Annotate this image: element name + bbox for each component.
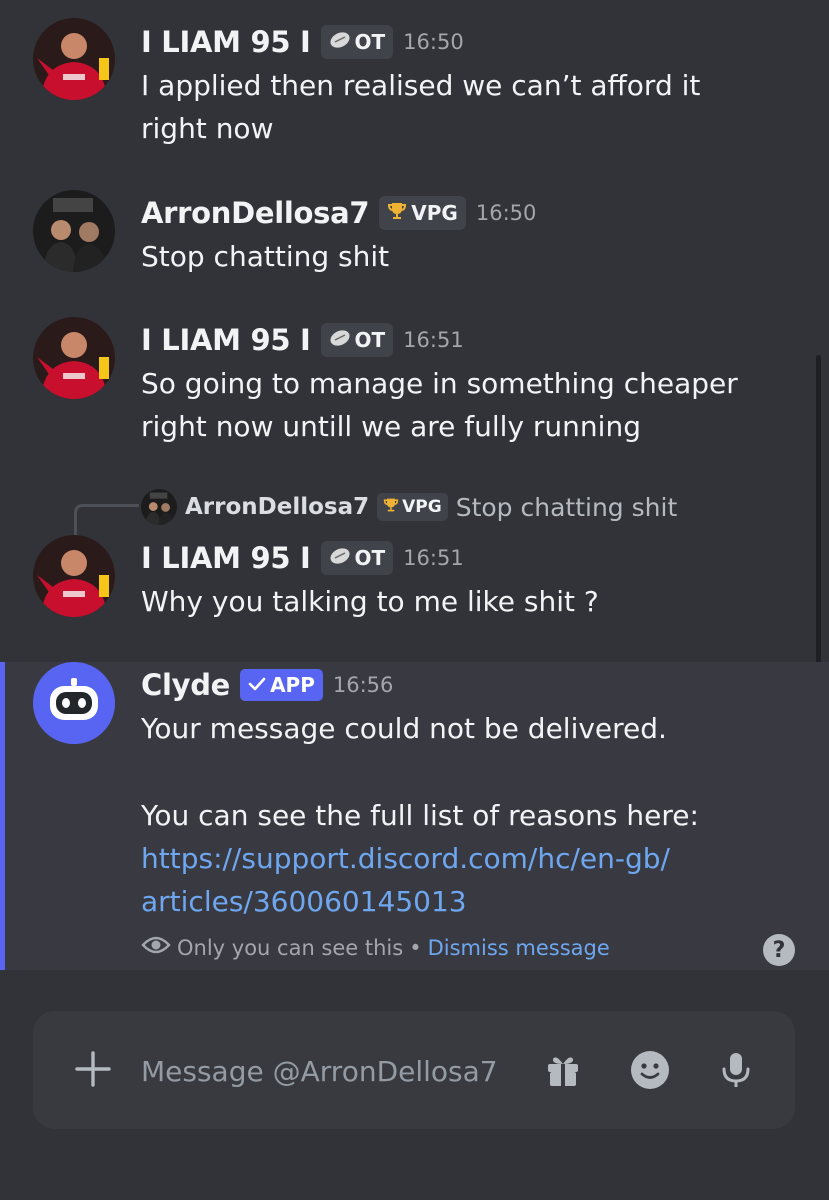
emoji-icon[interactable]: [628, 1048, 672, 1092]
clyde-line-1: Your message could not be delivered.: [141, 712, 667, 745]
help-label: ?: [772, 937, 786, 963]
message-input[interactable]: [141, 1049, 521, 1093]
guild-tag-label: OT: [354, 328, 386, 352]
author-name[interactable]: Clyde: [141, 668, 230, 702]
trophy-icon: [387, 201, 407, 226]
clyde-line-2: You can see the full list of reasons her…: [141, 799, 699, 832]
reply-preview[interactable]: ArronDellosa7 VPG Stop chatting shit: [141, 488, 677, 526]
avatar[interactable]: [33, 535, 115, 617]
author-name[interactable]: I LIAM 95 I: [141, 25, 311, 59]
reply-author: ArronDellosa7: [185, 494, 370, 520]
reply-connector: [74, 504, 139, 535]
author-name[interactable]: I LIAM 95 I: [141, 541, 311, 575]
app-badge-label: APP: [270, 673, 315, 697]
reply-tag-label: VPG: [402, 497, 442, 517]
timestamp: 16:50: [475, 201, 537, 225]
clyde-avatar[interactable]: [33, 662, 115, 744]
reply-guild-tag: VPG: [377, 493, 448, 521]
reply-text: Stop chatting shit: [455, 492, 678, 522]
avatar[interactable]: [33, 190, 115, 272]
question-icon[interactable]: ?: [763, 934, 795, 966]
timestamp: 16:51: [403, 328, 464, 352]
support-link-part-1[interactable]: https://support.discord.com/hc/en-gb/: [141, 842, 670, 875]
timestamp: 16:56: [332, 673, 394, 697]
eye-icon: [141, 934, 171, 961]
gift-icon[interactable]: [541, 1048, 585, 1092]
football-icon: [329, 546, 351, 570]
dismiss-message-link[interactable]: Dismiss message: [428, 936, 610, 960]
timestamp: 16:51: [403, 546, 464, 570]
guild-tag-label: OT: [354, 546, 386, 570]
avatar[interactable]: [33, 18, 115, 100]
message-text: Why you talking to me like shit ?: [141, 585, 599, 618]
guild-tag[interactable]: OT: [320, 323, 394, 357]
football-icon: [329, 328, 351, 352]
guild-tag[interactable]: OT: [320, 541, 394, 575]
avatar[interactable]: [33, 317, 115, 399]
reply-avatar: [141, 489, 177, 525]
ephemeral-notice: Only you can see this • Dismiss message: [141, 934, 610, 961]
highlight-bar: [0, 662, 5, 970]
ephemeral-text: Only you can see this: [177, 935, 404, 960]
guild-tag-label: VPG: [411, 201, 458, 225]
guild-tag[interactable]: OT: [320, 25, 394, 59]
app-badge: APP: [240, 669, 323, 701]
guild-tag-label: OT: [354, 30, 386, 54]
support-link[interactable]: https://support.discord.com/hc/en-gb/ ar…: [141, 837, 809, 923]
message-text: So going to manage in something cheaper …: [141, 367, 738, 443]
trophy-icon: [383, 497, 399, 518]
microphone-icon[interactable]: [714, 1048, 758, 1092]
timestamp: 16:50: [403, 30, 464, 54]
message-text: I applied then realised we can’t afford …: [141, 69, 701, 145]
guild-tag[interactable]: VPG: [379, 196, 466, 230]
checkmark-icon: [248, 673, 266, 697]
separator: •: [409, 935, 422, 960]
author-name[interactable]: I LIAM 95 I: [141, 323, 311, 357]
message-text: Stop chatting shit: [141, 240, 390, 273]
support-link-part-2[interactable]: articles/360060145013: [141, 885, 467, 918]
football-icon: [329, 30, 351, 54]
plus-icon[interactable]: [72, 1048, 114, 1090]
author-name[interactable]: ArronDellosa7: [141, 196, 370, 230]
